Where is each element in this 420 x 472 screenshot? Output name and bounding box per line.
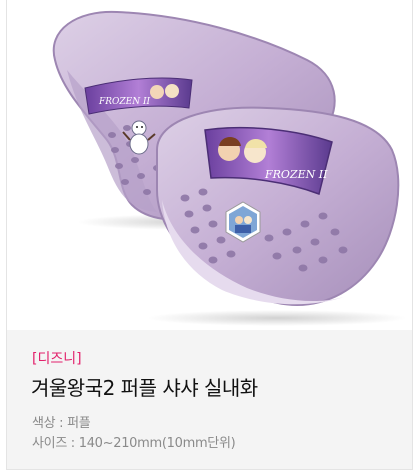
size-detail: 사이즈 : 140~210mm(10mm단위) bbox=[32, 436, 236, 451]
brand-label[interactable]: [디즈니] bbox=[32, 348, 82, 368]
color-detail: 색상 : 퍼플 bbox=[32, 416, 91, 431]
product-image[interactable]: FROZEN II FROZEN II bbox=[7, 0, 412, 330]
svg-text:FROZEN II: FROZEN II bbox=[98, 97, 151, 107]
product-title[interactable]: 겨울왕국2 퍼플 샤샤 실내화 bbox=[31, 372, 258, 401]
front-shoe: FROZEN II bbox=[156, 106, 400, 307]
shoe-illustration: FROZEN II FROZEN II bbox=[52, 10, 407, 326]
product-info: [디즈니] 겨울왕국2 퍼플 샤샤 실내화 색상 : 퍼플 사이즈 : 140~… bbox=[7, 330, 412, 469]
product-card[interactable]: FROZEN II FROZEN II [디즈니] 겨울왕국2 퍼플 샤샤 실내… bbox=[6, 0, 413, 470]
shoe-badge-text: FROZEN II bbox=[264, 168, 328, 181]
